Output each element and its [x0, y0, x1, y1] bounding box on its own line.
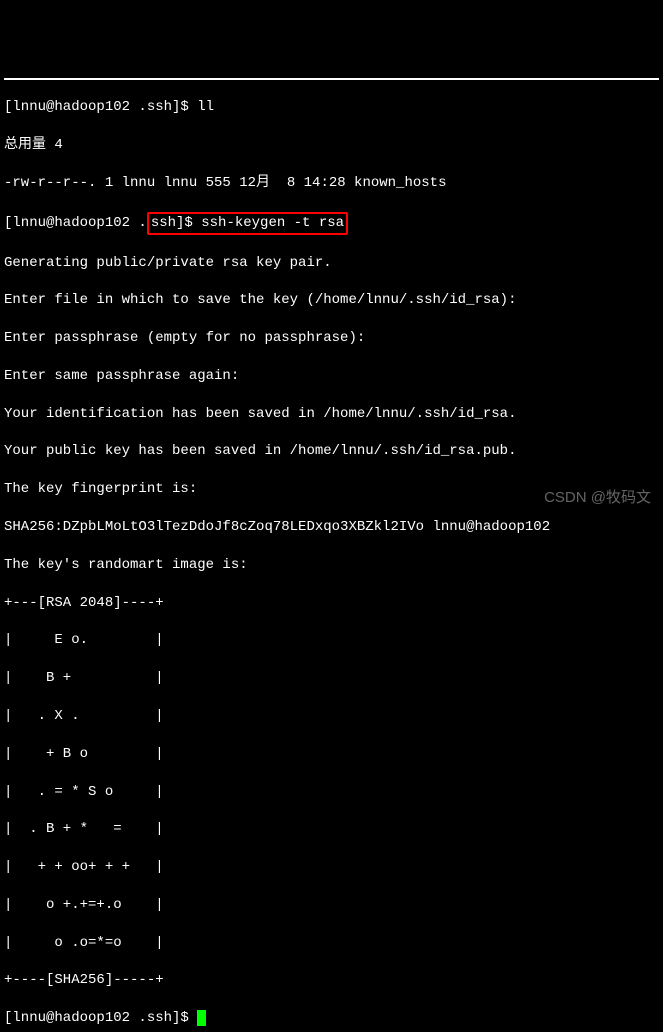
randomart-line: | + + oo+ + + |: [4, 858, 659, 877]
randomart-line: | . B + * = |: [4, 820, 659, 839]
output-line: Enter same passphrase again:: [4, 367, 659, 386]
output-line: The key's randomart image is:: [4, 556, 659, 575]
terminal-line: [lnnu@hadoop102 .ssh]$ ll: [4, 98, 659, 117]
prompt: [lnnu@hadoop102 .ssh]$: [4, 1010, 197, 1026]
output-line: Enter file in which to save the key (/ho…: [4, 291, 659, 310]
file-listing: -rw-r--r--. 1 lnnu lnnu 555 12月 8 14:28 …: [4, 174, 659, 193]
randomart-line: | o .o=*=o |: [4, 934, 659, 953]
terminal-line: [lnnu@hadoop102 .ssh]$ ssh-keygen -t rsa: [4, 212, 659, 235]
output-line: Enter passphrase (empty for no passphras…: [4, 329, 659, 348]
watermark-text: CSDN @牧码文: [544, 488, 651, 508]
output-total: 总用量 4: [4, 136, 659, 155]
cursor-icon[interactable]: [197, 1010, 206, 1026]
randomart-line: +----[SHA256]-----+: [4, 971, 659, 990]
randomart-line: +---[RSA 2048]----+: [4, 594, 659, 613]
randomart-line: | E o. |: [4, 631, 659, 650]
randomart-line: | B + |: [4, 669, 659, 688]
prompt-pre: [lnnu@hadoop102 .: [4, 215, 147, 231]
prompt: [lnnu@hadoop102 .ssh]$: [4, 99, 197, 115]
randomart-line: | . = * S o |: [4, 783, 659, 802]
randomart-line: | + B o |: [4, 745, 659, 764]
output-line: Generating public/private rsa key pair.: [4, 254, 659, 273]
terminal-line: [lnnu@hadoop102 .ssh]$: [4, 1009, 659, 1028]
command-input[interactable]: ll: [197, 99, 214, 115]
output-line: Your public key has been saved in /home/…: [4, 442, 659, 461]
fingerprint-line: SHA256:DZpbLMoLtO3lTezDdoJf8cZoq78LEDxqo…: [4, 518, 659, 537]
highlighted-command[interactable]: ssh]$ ssh-keygen -t rsa: [147, 212, 348, 235]
randomart-line: | . X . |: [4, 707, 659, 726]
randomart-line: | o +.+=+.o |: [4, 896, 659, 915]
output-line: Your identification has been saved in /h…: [4, 405, 659, 424]
